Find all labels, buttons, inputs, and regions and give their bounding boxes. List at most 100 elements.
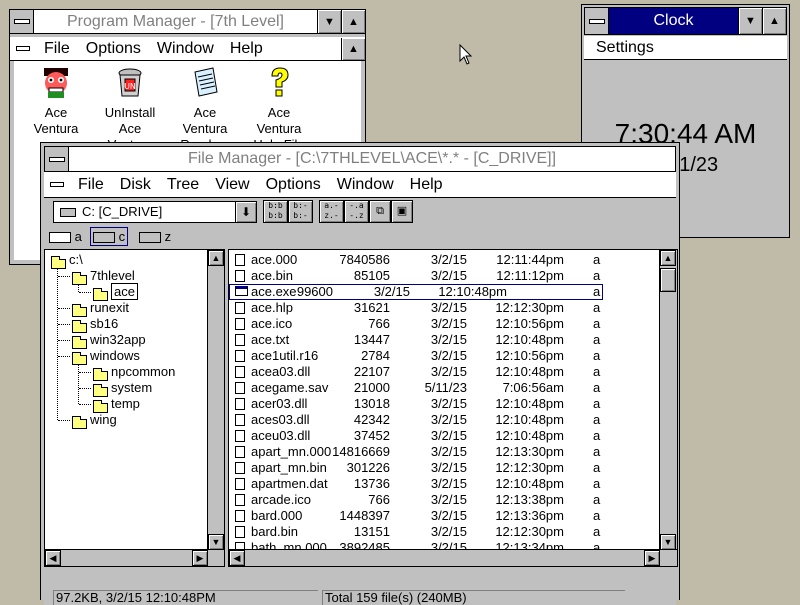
file-size: 13736 xyxy=(353,476,390,491)
view-all-details-button[interactable]: b:- b:- xyxy=(288,200,313,223)
folder-icon xyxy=(51,255,66,269)
drive-z[interactable]: z xyxy=(139,229,171,244)
program-icon-readme[interactable]: Ace Ventura Readme xyxy=(168,66,242,153)
menu-window[interactable]: Window xyxy=(329,176,402,194)
sort-by-size-button[interactable]: ▣ xyxy=(391,200,413,223)
tree-item-label: temp xyxy=(111,396,140,411)
mdi-system-menu[interactable] xyxy=(10,46,36,51)
copy-button[interactable]: ⧉ xyxy=(369,200,391,223)
program-icon-uninstall[interactable]: UN UnInstall Ace Ventura xyxy=(93,66,167,153)
menu-tree[interactable]: Tree xyxy=(159,176,207,194)
file-manager-titlebar[interactable]: File Manager - [C:\7THLEVEL\ACE\*.* - [C… xyxy=(44,146,676,172)
file-row[interactable]: acea03.dll 22107 3/2/15 12:10:48pm a xyxy=(229,364,660,380)
tree-item-npcommon[interactable]: npcommon xyxy=(79,364,208,381)
drive-a[interactable]: a xyxy=(49,229,82,244)
scroll-up-arrow[interactable]: ▲ xyxy=(660,250,676,266)
tree-item-ace[interactable]: ace xyxy=(79,283,208,301)
tree-item-system[interactable]: system xyxy=(79,380,208,397)
minimize-button[interactable]: ▼ xyxy=(738,8,762,34)
dropdown-arrow-button[interactable]: ⬇ xyxy=(235,201,257,223)
view-by-name-button[interactable]: b:b b:b xyxy=(263,200,288,223)
tree-item-wing[interactable]: wing xyxy=(58,412,208,429)
tree-item-label: wing xyxy=(90,412,117,427)
program-icon-help-file[interactable]: Ace Ventura Help File xyxy=(242,66,316,153)
program-manager-titlebar[interactable]: Program Manager - [7th Level] ▼ ▲ xyxy=(10,10,365,34)
menu-window[interactable]: Window xyxy=(149,40,222,58)
scroll-right-arrow[interactable]: ▶ xyxy=(644,550,660,566)
tree-connector xyxy=(58,340,70,341)
drive-select[interactable]: C: [C_DRIVE] ⬇ xyxy=(53,201,257,223)
restore-button[interactable]: ▲ xyxy=(341,37,365,60)
tree-connector xyxy=(79,292,91,293)
maximize-button[interactable]: ▲ xyxy=(762,8,786,34)
menu-disk[interactable]: Disk xyxy=(112,176,159,194)
file-row[interactable]: aceu03.dll 37452 3/2/15 12:10:48pm a xyxy=(229,428,660,444)
scroll-down-arrow[interactable]: ▼ xyxy=(660,534,676,550)
tree-item-windows[interactable]: windows xyxy=(58,348,208,365)
file-row[interactable]: apart_mn.bin 301226 3/2/15 12:12:30pm a xyxy=(229,460,660,476)
tree-connector xyxy=(78,358,79,404)
tree-vertical-scrollbar[interactable]: ▲ ▼ xyxy=(207,250,224,550)
folder-icon xyxy=(72,415,87,429)
file-row[interactable]: ace.txt 13447 3/2/15 12:10:48pm a xyxy=(229,332,660,348)
sort-by-type-button[interactable]: -.a -.z xyxy=(344,200,369,223)
file-horizontal-scrollbar[interactable]: ◀ ▶ xyxy=(229,549,677,566)
menu-help[interactable]: Help xyxy=(402,176,451,194)
tree-item-7thlevel[interactable]: 7thlevel xyxy=(58,268,208,285)
system-menu-button[interactable] xyxy=(45,147,69,171)
menu-view[interactable]: View xyxy=(207,176,257,194)
file-name: aces03.dll xyxy=(251,412,310,427)
scroll-left-arrow[interactable]: ◀ xyxy=(45,550,61,566)
file-row[interactable]: ace1util.r16 2784 3/2/15 12:10:56pm a xyxy=(229,348,660,364)
file-row[interactable]: ace.hlp 31621 3/2/15 12:12:30pm a xyxy=(229,300,660,316)
file-vertical-scrollbar[interactable]: ▲ ▼ xyxy=(659,250,677,550)
file-attributes: a xyxy=(593,316,601,331)
system-menu-button[interactable] xyxy=(585,8,609,34)
tree-item-runexit[interactable]: runexit xyxy=(58,300,208,317)
file-row[interactable]: acegame.sav 21000 5/11/23 7:06:56am a xyxy=(229,380,660,396)
file-row[interactable]: aces03.dll 42342 3/2/15 12:10:48pm a xyxy=(229,412,660,428)
file-row[interactable]: apart_mn.000 14816669 3/2/15 12:13:30pm a xyxy=(229,444,660,460)
document-file-icon xyxy=(235,350,245,362)
mdi-system-menu[interactable] xyxy=(44,182,70,187)
menu-options[interactable]: Options xyxy=(78,40,149,58)
tree-item-temp[interactable]: temp xyxy=(79,396,208,413)
menu-options[interactable]: Options xyxy=(258,176,329,194)
file-row[interactable]: bard.000 1448397 3/2/15 12:13:36pm a xyxy=(229,508,660,524)
file-row[interactable]: arcade.ico 766 3/2/15 12:13:38pm a xyxy=(229,492,660,508)
status-total: Total 159 file(s) (240MB) xyxy=(322,590,625,605)
menu-help[interactable]: Help xyxy=(222,40,271,58)
file-row[interactable]: acer03.dll 13018 3/2/15 12:10:48pm a xyxy=(229,396,660,412)
maximize-button[interactable]: ▲ xyxy=(341,10,365,33)
scroll-left-arrow[interactable]: ◀ xyxy=(229,550,245,566)
scroll-thumb[interactable] xyxy=(660,268,676,292)
file-name: ace1util.r16 xyxy=(251,348,319,363)
file-time: 12:13:36pm xyxy=(495,508,564,523)
file-row[interactable]: ace.bin 85105 3/2/15 12:11:12pm a xyxy=(229,268,660,284)
menu-settings[interactable]: Settings xyxy=(584,39,662,57)
tree-item-win32app[interactable]: win32app xyxy=(58,332,208,349)
network-drive-icon xyxy=(139,232,161,244)
minimize-button[interactable]: ▼ xyxy=(317,10,341,33)
clock-titlebar[interactable]: Clock ▼ ▲ xyxy=(584,7,787,35)
tree-item-c[interactable]: c:\ xyxy=(51,252,208,269)
scroll-down-arrow[interactable]: ▼ xyxy=(208,534,224,550)
file-row[interactable]: bard.bin 13151 3/2/15 12:12:30pm a xyxy=(229,524,660,540)
file-row[interactable]: ace.000 7840586 3/2/15 12:11:44pm a xyxy=(229,252,660,268)
file-row[interactable]: apartmen.dat 13736 3/2/15 12:10:48pm a xyxy=(229,476,660,492)
file-attributes: a xyxy=(593,300,601,315)
drive-c[interactable]: c xyxy=(90,227,129,246)
scroll-up-arrow[interactable]: ▲ xyxy=(208,250,224,266)
tree-connector xyxy=(58,356,70,357)
file-list: ace.000 7840586 3/2/15 12:11:44pm a ace.bin 85… xyxy=(229,250,660,550)
system-menu-button[interactable] xyxy=(10,10,34,33)
file-row[interactable]: ace.exe 99600 3/2/15 12:10:48pm a xyxy=(229,284,603,300)
sort-by-name-button[interactable]: a.- z.- xyxy=(319,200,344,223)
file-row[interactable]: ace.ico 766 3/2/15 12:10:56pm a xyxy=(229,316,660,332)
tree-horizontal-scrollbar[interactable]: ◀ ▶ xyxy=(45,549,224,566)
menu-file[interactable]: File xyxy=(70,176,112,194)
menu-file[interactable]: File xyxy=(36,40,78,58)
scroll-right-arrow[interactable]: ▶ xyxy=(192,550,208,566)
tree-item-sb16[interactable]: sb16 xyxy=(58,316,208,333)
program-icon-ace-ventura[interactable]: Ace Ventura xyxy=(19,66,93,137)
